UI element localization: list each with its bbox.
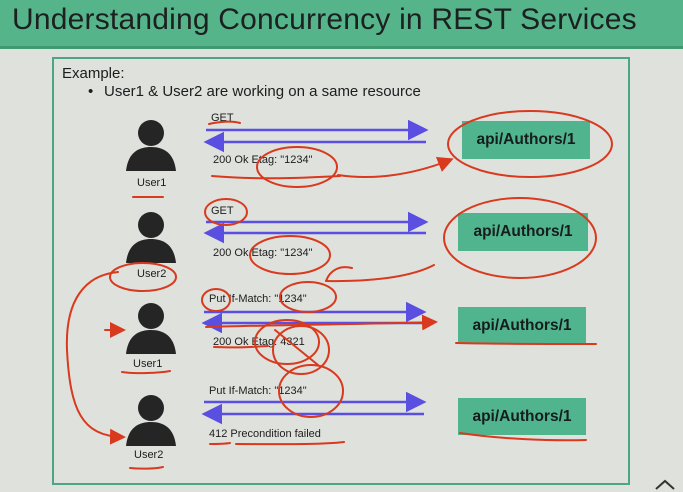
diagram-overlay	[65, 110, 613, 470]
chevron-up-icon[interactable]	[652, 476, 678, 492]
